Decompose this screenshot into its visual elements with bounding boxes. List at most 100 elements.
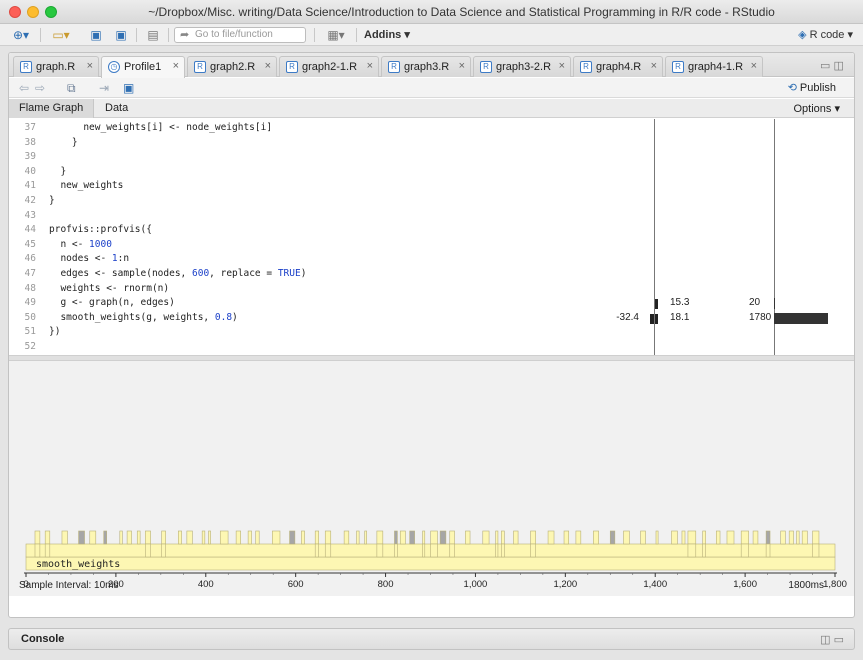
- close-icon[interactable]: ×: [651, 60, 657, 72]
- close-window-button[interactable]: [9, 6, 21, 18]
- flame-frame[interactable]: [61, 530, 68, 545]
- flame-frame[interactable]: [186, 530, 193, 545]
- flame-frame[interactable]: [593, 530, 599, 545]
- axis-tick-label[interactable]: 400: [198, 579, 214, 590]
- close-icon[interactable]: ×: [367, 60, 373, 72]
- flame-frame[interactable]: [314, 530, 319, 545]
- code-line[interactable]: 47 edges <- sample(nodes, 600, replace =…: [9, 267, 854, 282]
- flame-frame-label[interactable]: smooth_weights: [36, 559, 120, 570]
- flame-frame[interactable]: [681, 530, 686, 545]
- flame-frame[interactable]: [765, 530, 771, 545]
- print-icon[interactable]: ▤: [144, 27, 162, 43]
- code-line[interactable]: 37 new_weights[i] <- node_weights[i]: [9, 121, 854, 136]
- flame-frame[interactable]: [394, 530, 398, 545]
- code-line[interactable]: 44 profvis::profvis({: [9, 223, 854, 238]
- console-pane[interactable]: Console ◫ ▭: [8, 628, 855, 650]
- tab-graph3-2-r[interactable]: Rgraph3-2.R ×: [473, 56, 571, 77]
- flame-frame[interactable]: [324, 543, 332, 558]
- flame-frame[interactable]: [702, 530, 706, 545]
- flame-frame[interactable]: [495, 543, 499, 558]
- flame-frame[interactable]: [376, 543, 384, 558]
- flame-frame[interactable]: [44, 543, 51, 558]
- options-menu[interactable]: Options ▾: [794, 102, 841, 115]
- flame-frame[interactable]: [208, 530, 211, 545]
- flame-frame[interactable]: [801, 530, 808, 545]
- save-icon[interactable]: ▣: [88, 27, 104, 43]
- code-line[interactable]: 46 nodes <- 1:n: [9, 252, 854, 267]
- flame-frame[interactable]: [289, 530, 296, 545]
- flame-frame[interactable]: [78, 530, 85, 545]
- axis-tick-label[interactable]: 1,200: [553, 579, 577, 590]
- tab-graph2-r[interactable]: Rgraph2.R ×: [187, 56, 277, 77]
- flame-frame[interactable]: [765, 543, 771, 558]
- flame-frame[interactable]: [201, 530, 206, 545]
- flame-frame[interactable]: [34, 543, 41, 558]
- code-line[interactable]: 41 new_weights: [9, 179, 854, 194]
- flame-frame[interactable]: [740, 530, 749, 545]
- flame-frame[interactable]: [687, 543, 697, 558]
- flame-frame[interactable]: [145, 530, 151, 545]
- project-menu[interactable]: ◈ R code ▾: [798, 28, 853, 41]
- minimize-maximize-icon[interactable]: ▭ ◫: [820, 59, 846, 72]
- axis-tick-label[interactable]: 1,400: [643, 579, 667, 590]
- go-to-file-input[interactable]: ➦ Go to file/function: [174, 27, 306, 43]
- flame-frame[interactable]: [812, 543, 820, 558]
- flame-frame[interactable]: [161, 530, 166, 545]
- flame-frame[interactable]: [394, 543, 398, 558]
- flame-frame[interactable]: [449, 543, 455, 558]
- flame-frame[interactable]: [715, 530, 721, 545]
- close-icon[interactable]: ×: [459, 60, 465, 72]
- axis-tick-label[interactable]: 1,600: [733, 579, 757, 590]
- flame-frame[interactable]: [235, 530, 241, 545]
- code-line[interactable]: 45 n <- 1000: [9, 238, 854, 253]
- flame-frame[interactable]: [178, 530, 182, 545]
- flame-frame[interactable]: [376, 530, 384, 545]
- flame-frame[interactable]: [119, 530, 123, 545]
- code-line[interactable]: 43: [9, 209, 854, 224]
- tab-graph4-r[interactable]: Rgraph4.R ×: [573, 56, 663, 77]
- grid-layout-icon[interactable]: ▦▾: [322, 27, 350, 43]
- tab-profile1[interactable]: ◷ Profile1 ×: [101, 56, 185, 78]
- flame-frame[interactable]: [136, 530, 141, 545]
- flame-frame[interactable]: [343, 530, 350, 545]
- flame-frame[interactable]: [530, 530, 536, 545]
- flame-frame[interactable]: [495, 530, 499, 545]
- back-arrow-icon[interactable]: ⇦: [19, 81, 29, 95]
- close-icon[interactable]: ×: [751, 60, 757, 72]
- tab-graph3-r[interactable]: Rgraph3.R ×: [381, 56, 471, 77]
- flame-frame-root[interactable]: [25, 556, 836, 571]
- flame-frame[interactable]: [812, 530, 820, 545]
- flame-frame[interactable]: [687, 530, 697, 545]
- flame-frame[interactable]: [430, 543, 438, 558]
- code-line[interactable]: 52: [9, 340, 854, 355]
- flame-frame[interactable]: [609, 530, 616, 545]
- flame-frame[interactable]: [272, 530, 281, 545]
- code-line[interactable]: 51}): [9, 325, 854, 340]
- close-icon[interactable]: ×: [173, 60, 179, 72]
- flame-frame[interactable]: [547, 530, 555, 545]
- flame-frame[interactable]: [422, 543, 426, 558]
- flame-frame[interactable]: [726, 530, 735, 545]
- flame-frame[interactable]: [399, 530, 406, 545]
- flame-frame[interactable]: [640, 530, 646, 545]
- flame-frame[interactable]: [126, 530, 132, 545]
- code-line[interactable]: 50 smooth_weights(g, weights, 0.8) -32.4 1…: [9, 311, 854, 326]
- code-line[interactable]: 48 weights <- rnorm(n): [9, 282, 854, 297]
- open-folder-icon[interactable]: ▭▾: [46, 27, 76, 43]
- forward-arrow-icon[interactable]: ⇨: [35, 81, 45, 95]
- code-line[interactable]: 49 g <- graph(n, edges) 15.3 20: [9, 296, 854, 311]
- flame-frame[interactable]: [563, 530, 570, 545]
- flame-frame[interactable]: [788, 530, 794, 545]
- tab-graph2-1-r[interactable]: Rgraph2-1.R ×: [279, 56, 379, 77]
- axis-tick-label[interactable]: 600: [288, 579, 304, 590]
- flame-frame[interactable]: [449, 530, 455, 545]
- flame-frame[interactable]: [501, 530, 505, 545]
- flame-frame[interactable]: [623, 530, 630, 545]
- addins-menu[interactable]: Addins ▾: [364, 28, 410, 41]
- save-profile-icon[interactable]: ▣: [123, 81, 134, 95]
- flame-frame[interactable]: [145, 543, 151, 558]
- flame-frame[interactable]: [575, 530, 582, 545]
- flame-frame[interactable]: [513, 530, 519, 545]
- tab-flame-graph[interactable]: Flame Graph: [9, 99, 95, 118]
- flame-frame[interactable]: [430, 530, 438, 545]
